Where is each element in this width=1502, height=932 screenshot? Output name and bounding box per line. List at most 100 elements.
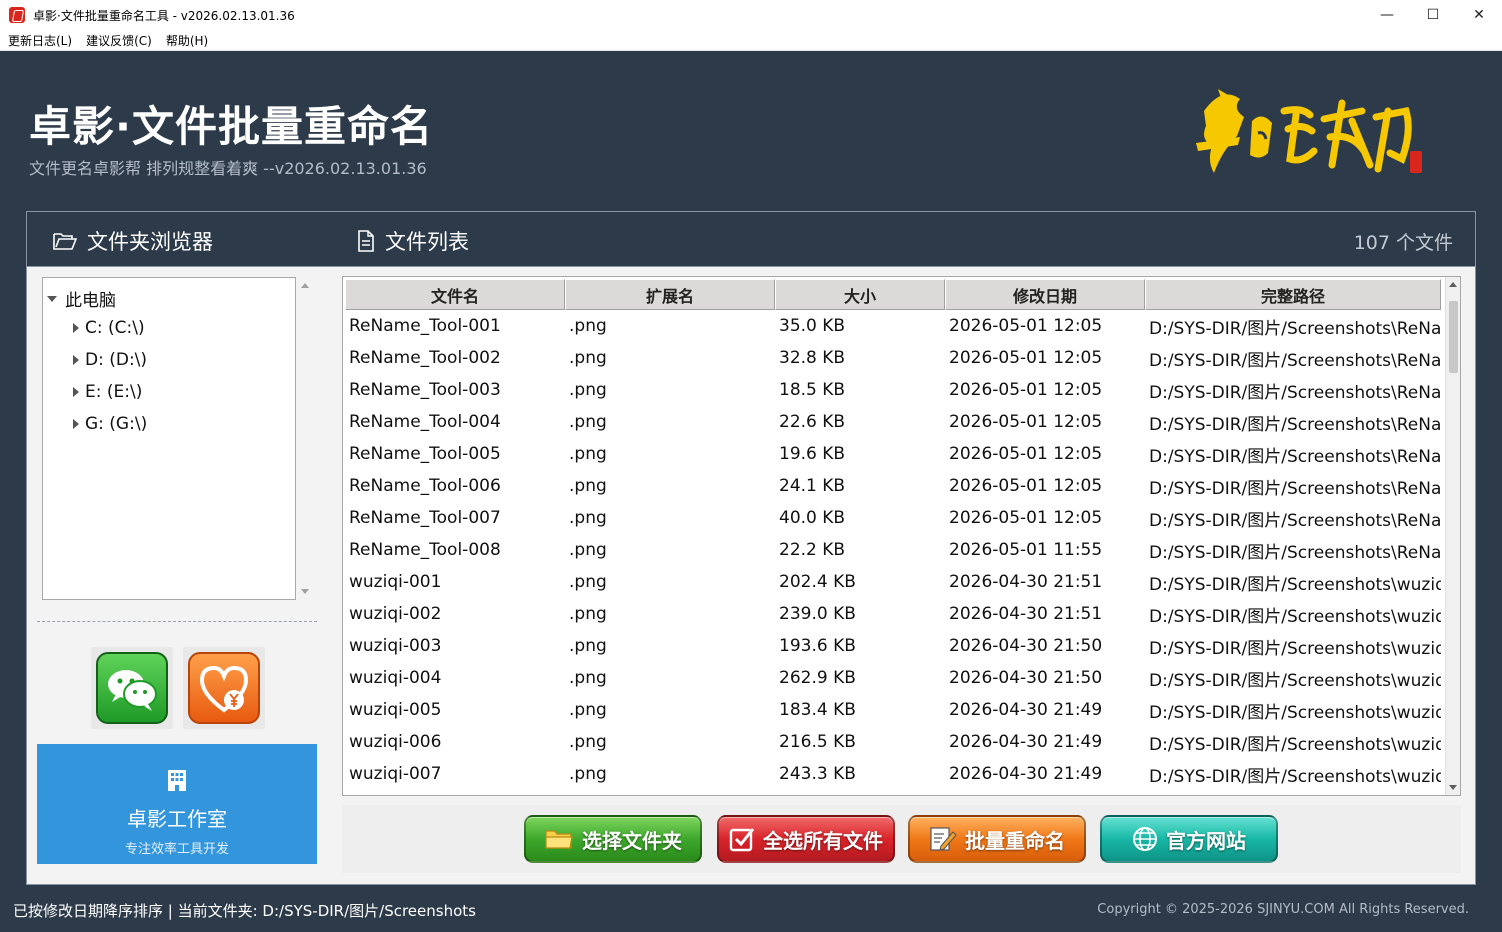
cell-filename: ReName_Tool-004 [349,412,501,432]
cell-path: D:/SYS-DIR/图片/Screenshots\wuziq [1149,734,1441,755]
cell-modified: 2026-04-30 21:49 [949,732,1103,752]
menu-changelog[interactable]: 更新日志(L) [8,32,72,49]
tree-node-this-pc[interactable]: 此电脑 [47,286,116,311]
cell-path: D:/SYS-DIR/图片/Screenshots\ReNar [1149,382,1441,403]
collapse-arrow-icon[interactable] [73,387,79,397]
cell-filename: ReName_Tool-006 [349,476,501,496]
table-row[interactable]: wuziqi-003 .png 193.6 KB 2026-04-30 21:50 D:… [345,630,1441,662]
table-row[interactable]: ReName_Tool-006 .png 24.1 KB 2026-05-01 12:… [345,470,1441,502]
cell-size: 35.0 KB [779,316,846,336]
studio-tagline: 专注效率工具开发 [124,842,229,857]
wechat-button[interactable] [91,647,173,729]
column-header-size[interactable]: 大小 [775,279,945,310]
tree-node-drive-e[interactable]: E: (E:\) [73,382,142,402]
select-folder-button[interactable]: 选择文件夹 [524,815,702,863]
tree-node-label: E: (E:\) [85,382,143,402]
table-row[interactable]: ReName_Tool-004 .png 22.6 KB 2026-05-01 12:… [345,406,1441,438]
tree-node-drive-d[interactable]: D: (D:\) [73,350,147,370]
scroll-thumb[interactable] [1449,301,1458,373]
cell-modified: 2026-05-01 12:05 [949,412,1103,432]
cell-size: 22.6 KB [779,412,846,432]
column-header-path[interactable]: 完整路径 [1145,279,1441,310]
table-scrollbar[interactable] [1445,277,1460,795]
scroll-up-icon[interactable] [301,283,309,288]
table-row[interactable]: ReName_Tool-008 .png 22.2 KB 2026-05-01 11:… [345,534,1441,566]
table-body: ReName_Tool-001 .png 35.0 KB 2026-05-01 12:… [345,310,1441,790]
website-button[interactable]: 官方网站 [1100,815,1278,863]
collapse-arrow-icon[interactable] [73,419,79,429]
tree-node-drive-c[interactable]: C: (C:\) [73,318,145,338]
cell-filename: wuziqi-004 [349,668,442,688]
cell-path: D:/SYS-DIR/图片/Screenshots\wuziq [1149,766,1441,787]
table-row[interactable]: wuziqi-006 .png 216.5 KB 2026-04-30 21:49 D:… [345,726,1441,758]
expand-arrow-icon[interactable] [47,295,57,302]
studio-card[interactable]: 卓影工作室 专注效率工具开发 [37,744,317,864]
table-row[interactable]: wuziqi-004 .png 262.9 KB 2026-04-30 21:50 D:… [345,662,1441,694]
title-bar: 卓影·文件批量重命名工具 - v2026.02.13.01.36 — ☐ ✕ [0,0,1502,30]
file-table[interactable]: 文件名 扩展名 大小 修改日期 完整路径 ReName_Tool-001 .png… [342,276,1461,796]
menu-feedback[interactable]: 建议反馈(C) [86,32,152,49]
cell-modified: 2026-05-01 12:05 [949,508,1103,528]
select-folder-label: 选择文件夹 [582,828,682,853]
minimize-button[interactable]: — [1364,0,1410,30]
menu-help[interactable]: 帮助(H) [166,32,208,49]
cell-modified: 2026-04-30 21:50 [949,668,1103,688]
logo-calligraphy [1196,89,1422,173]
scroll-up-icon[interactable] [1449,282,1457,287]
batch-rename-label: 批量重命名 [965,828,1065,853]
table-row[interactable]: ReName_Tool-001 .png 35.0 KB 2026-05-01 12:… [345,310,1441,342]
cell-size: 19.6 KB [779,444,846,464]
cell-filename: wuziqi-003 [349,636,442,656]
table-row[interactable]: ReName_Tool-005 .png 19.6 KB 2026-05-01 12:… [345,438,1441,470]
table-row[interactable]: wuziqi-007 .png 243.3 KB 2026-04-30 21:49 D:… [345,758,1441,790]
cell-size: 24.1 KB [779,476,846,496]
window-title: 卓影·文件批量重命名工具 - v2026.02.13.01.36 [33,8,295,23]
select-all-button[interactable]: 全选所有文件 [717,815,895,863]
cell-filename: wuziqi-005 [349,700,442,720]
donate-button[interactable] [183,647,265,729]
collapse-arrow-icon[interactable] [73,355,79,365]
status-bar: 已按修改日期降序排序 | 当前文件夹: D:/SYS-DIR/图片/Screen… [0,885,1502,932]
collapse-arrow-icon[interactable] [73,323,79,333]
cell-path: D:/SYS-DIR/图片/Screenshots\ReNar [1149,510,1441,531]
main-panel: 文件夹浏览器 文件列表 107 个文件 此电脑 C: (C:\) D: (D:\… [26,211,1476,885]
cell-extension: .png [569,540,607,560]
cell-path: D:/SYS-DIR/图片/Screenshots\wuziq [1149,638,1441,659]
column-header-extension[interactable]: 扩展名 [565,279,775,310]
cell-filename: ReName_Tool-002 [349,348,501,368]
cell-path: D:/SYS-DIR/图片/Screenshots\wuziq [1149,606,1441,627]
cell-size: 22.2 KB [779,540,846,560]
cell-extension: .png [569,444,607,464]
scroll-down-icon[interactable] [301,589,309,594]
column-header-modified[interactable]: 修改日期 [945,279,1145,310]
close-button[interactable]: ✕ [1456,0,1502,30]
table-row[interactable]: ReName_Tool-007 .png 40.0 KB 2026-05-01 12:… [345,502,1441,534]
column-header-name[interactable]: 文件名 [345,279,565,310]
website-label: 官方网站 [1166,828,1246,853]
table-row[interactable]: wuziqi-005 .png 183.4 KB 2026-04-30 21:49 D:… [345,694,1441,726]
scroll-down-icon[interactable] [1449,785,1457,790]
folder-tree[interactable]: 此电脑 C: (C:\) D: (D:\) E: (E:\) G: (G:\) [42,277,296,600]
batch-rename-button[interactable]: 批量重命名 [908,815,1086,863]
cell-size: 193.6 KB [779,636,856,656]
app-subtitle: 文件更名卓影帮 排列规整看着爽 --v2026.02.13.01.36 [29,159,427,178]
cell-extension: .png [569,476,607,496]
checkbox-icon [729,828,755,852]
studio-name: 卓影工作室 [127,807,227,831]
panel-header: 文件夹浏览器 文件列表 107 个文件 [27,212,1475,267]
table-row[interactable]: ReName_Tool-003 .png 18.5 KB 2026-05-01 12:… [345,374,1441,406]
cell-path: D:/SYS-DIR/图片/Screenshots\ReNar [1149,318,1441,339]
tree-node-drive-g[interactable]: G: (G:\) [73,414,147,434]
table-row[interactable]: wuziqi-002 .png 239.0 KB 2026-04-30 21:51 D:… [345,598,1441,630]
cell-path: D:/SYS-DIR/图片/Screenshots\wuziq [1149,702,1441,723]
table-row[interactable]: ReName_Tool-002 .png 32.8 KB 2026-05-01 12:… [345,342,1441,374]
cell-filename: wuziqi-006 [349,732,442,752]
action-bar: 选择文件夹 全选所有文件 批量重命名 官方网站 [342,805,1461,873]
cell-modified: 2026-05-01 12:05 [949,316,1103,336]
cell-filename: wuziqi-007 [349,764,442,784]
tree-scrollbar[interactable] [297,277,313,600]
table-row[interactable]: wuziqi-001 .png 202.4 KB 2026-04-30 21:51 D:… [345,566,1441,598]
folder-icon [545,830,573,849]
cell-modified: 2026-05-01 12:05 [949,476,1103,496]
maximize-button[interactable]: ☐ [1410,0,1456,30]
